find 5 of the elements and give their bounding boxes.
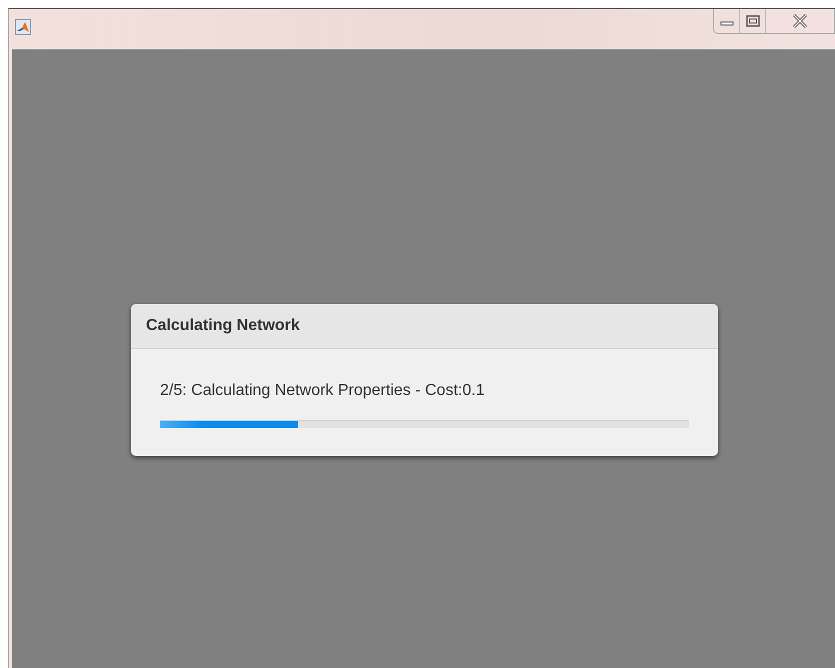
close-icon	[792, 14, 808, 28]
status-message: 2/5: Calculating Network Properties - Cost:0.1	[160, 382, 486, 400]
dialog-title: Calculating Network	[146, 317, 300, 335]
maximize-icon	[746, 15, 760, 27]
app-icon	[15, 19, 31, 35]
